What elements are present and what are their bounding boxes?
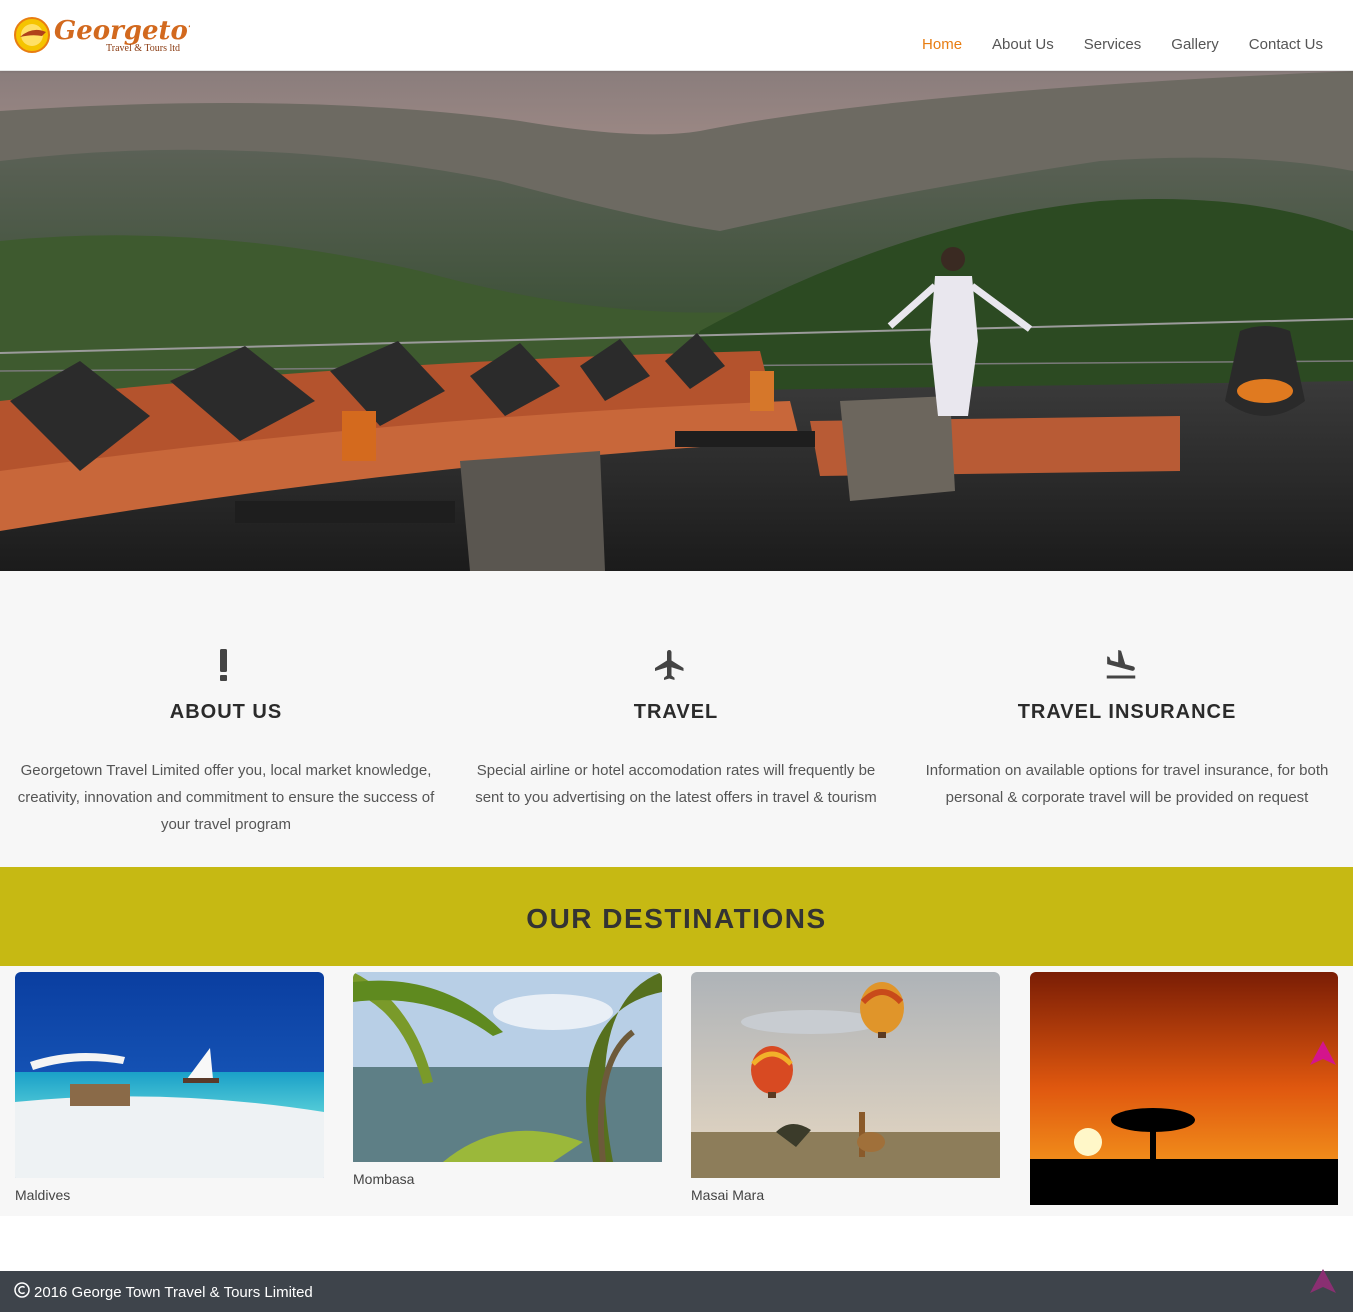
nav-services[interactable]: Services (1084, 36, 1142, 53)
scroll-to-top-arrow-icon[interactable] (1309, 1040, 1337, 1066)
top-navbar: Georgetown Travel & Tours ltd Home About… (0, 0, 1353, 71)
destination-card-maldives[interactable]: Maldives (15, 972, 324, 1203)
feature-title: TRAVEL INSURANCE (1017, 701, 1237, 723)
destination-name: Masai Mara (691, 1187, 765, 1203)
nav-contact-us[interactable]: Contact Us (1249, 36, 1323, 53)
copyright-icon (14, 1282, 30, 1302)
destinations-heading: OUR DESTINATIONS (526, 903, 827, 934)
airplane-icon (652, 647, 688, 683)
destinations-gallery: Maldives Mombasa Masai Mara (0, 966, 1353, 1216)
footer: 2016 George Town Travel & Tours Limited (0, 1268, 1353, 1312)
exclamation-icon (214, 647, 234, 683)
destinations-band: OUR DESTINATIONS (0, 867, 1353, 966)
feature-text: Special airline or hotel accomodation ra… (475, 762, 877, 806)
hero-banner-image (0, 71, 1353, 571)
destination-name: Mombasa (353, 1171, 415, 1187)
destination-photo[interactable] (691, 972, 1000, 1183)
feature-text: Georgetown Travel Limited offer you, loc… (17, 762, 435, 833)
nav-home[interactable]: Home (922, 36, 962, 53)
feature-title: ABOUT US (169, 701, 283, 723)
brand-logo[interactable]: Georgetown Travel & Tours ltd (14, 12, 229, 58)
destination-card-masai-mara[interactable]: Masai Mara (691, 972, 1000, 1203)
copyright-text: 2016 George Town Travel & Tours Limited (34, 1283, 313, 1301)
main-menu: Home About Us Services Gallery Contact U… (922, 36, 1323, 53)
footer-copyright: 2016 George Town Travel & Tours Limited (14, 1282, 313, 1302)
nav-about-us[interactable]: About Us (992, 36, 1054, 53)
destination-photo[interactable] (1030, 972, 1338, 1210)
svg-text:Travel & Tours ltd: Travel & Tours ltd (106, 43, 180, 54)
feature-text: Information on available options for tra… (925, 762, 1329, 806)
feature-title: TRAVEL (633, 701, 719, 723)
svg-text:Georgetown: Georgetown (54, 16, 190, 46)
destination-card-mombasa[interactable]: Mombasa (353, 972, 662, 1187)
destination-card-sunset[interactable] (1030, 972, 1338, 1214)
features-section: ABOUT US Georgetown Travel Limited offer… (0, 571, 1353, 867)
destination-photo[interactable] (353, 972, 662, 1167)
destination-photo[interactable] (15, 972, 324, 1183)
nav-gallery[interactable]: Gallery (1171, 36, 1219, 53)
flight-land-icon (1103, 647, 1139, 683)
destination-name: Maldives (15, 1187, 71, 1203)
back-to-top-arrow-icon[interactable] (1309, 1268, 1337, 1294)
